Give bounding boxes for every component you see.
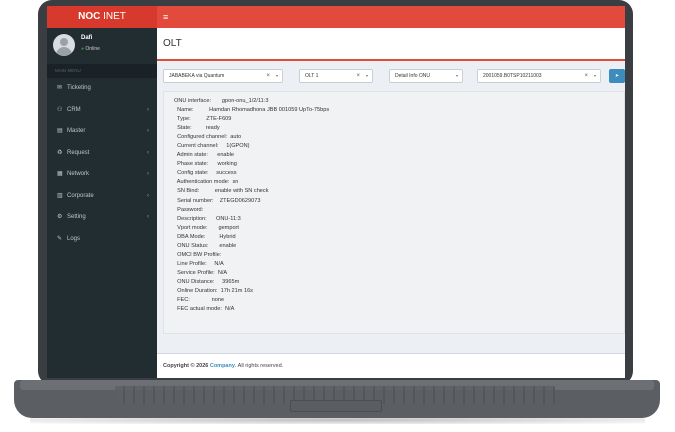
sidebar-item-corporate[interactable]: ▥ Corporate ‹ xyxy=(47,186,157,208)
chevron-down-icon: ▾ xyxy=(593,73,596,78)
info-line: OMCI BW Profile: xyxy=(174,251,222,258)
info-line: Vport mode: gemport xyxy=(174,224,239,231)
sidebar-item-label: Ticketing xyxy=(67,85,91,91)
database-icon: ▤ xyxy=(57,128,63,134)
info-line: Serial number: ZTEGD0629073 xyxy=(174,197,261,204)
page-header: OLT xyxy=(157,28,625,61)
info-line: ONU Distance: 3965m xyxy=(174,278,240,285)
info-type-select[interactable]: Detail Info ONU ▾ xyxy=(389,69,463,83)
info-line: Service Profile: N/A xyxy=(174,269,228,276)
info-line: SN Bind: enable with SN check xyxy=(174,188,269,195)
user-status-text: Online xyxy=(85,46,100,52)
sidebar-item-label: Logs xyxy=(67,235,81,242)
avatar xyxy=(53,34,75,56)
menu-header: MAIN MENU xyxy=(47,64,157,78)
user-status: ● Online xyxy=(81,46,100,52)
info-line: Online Duration: 17h 21m 16s xyxy=(174,287,253,294)
logo-text-bold: NOC xyxy=(78,11,101,22)
info-line: ONU interface: gpon-onu_1/2/11:3 xyxy=(174,98,269,104)
chevron-left-icon: ‹ xyxy=(147,106,149,113)
info-line: ONU Status: enable xyxy=(174,242,237,249)
sidebar-item-label: Request xyxy=(67,149,90,156)
footer-copyright: Copyright © 2026 xyxy=(163,363,210,369)
sidebar-item-logs[interactable]: ✎ Logs xyxy=(47,229,157,251)
chevron-left-icon: ‹ xyxy=(147,149,149,156)
info-line: Admin state: enable xyxy=(174,152,235,159)
recycle-icon: ♻ xyxy=(57,149,63,156)
sidebar-item-setting[interactable]: ⚙ Setting ‹ xyxy=(47,207,157,229)
main-content: OLT JABABEKA via Quantum × ▾ OLT 1 × ▾ Det… xyxy=(157,28,625,378)
users-icon: ⚇ xyxy=(57,106,63,113)
chevron-left-icon: ‹ xyxy=(147,171,149,177)
logo-text-thin: INET xyxy=(100,11,126,22)
info-line: Current channel: 1(GPON) xyxy=(174,143,250,150)
info-line: Description: ONU-11:3 xyxy=(174,215,241,222)
info-type-select-value: Detail Info ONU xyxy=(395,73,431,79)
chevron-left-icon: ‹ xyxy=(147,192,149,199)
clear-icon[interactable]: × xyxy=(584,70,588,82)
app-logo[interactable]: NOC INET xyxy=(47,6,157,28)
building-icon: ▥ xyxy=(57,192,63,199)
user-panel: Dafi ● Online xyxy=(47,28,157,64)
clear-icon[interactable]: × xyxy=(356,70,360,82)
gears-icon: ⚙ xyxy=(57,214,63,220)
user-name: Dafi xyxy=(81,35,93,41)
onu-select-value: 2001059.B0TSP10211003 xyxy=(483,73,542,79)
sidebar-item-master[interactable]: ▤ Master ‹ xyxy=(47,121,157,143)
sidebar-item-label: Setting xyxy=(67,214,86,220)
site-select-value: JABABEKA via Quantum xyxy=(169,73,225,79)
olt-select[interactable]: OLT 1 × ▾ xyxy=(299,69,373,83)
filter-bar: JABABEKA via Quantum × ▾ OLT 1 × ▾ Detail … xyxy=(157,64,625,88)
sidebar-item-crm[interactable]: ⚇ CRM ‹ xyxy=(47,100,157,122)
footer: Copyright © 2026 Company. All rights res… xyxy=(157,353,625,378)
chevron-down-icon: ▾ xyxy=(275,73,278,78)
sidebar-item-label: Network xyxy=(67,171,90,177)
olt-select-value: OLT 1 xyxy=(305,73,319,79)
info-line: Configured channel: auto xyxy=(174,134,242,141)
sidebar-item-ticketing[interactable]: ✉ Ticketing xyxy=(47,78,157,100)
info-line: Line Profile: N/A xyxy=(174,260,224,267)
hamburger-icon[interactable]: ≡ xyxy=(163,12,168,22)
chevron-down-icon: ▾ xyxy=(365,73,368,78)
site-select[interactable]: JABABEKA via Quantum × ▾ xyxy=(163,69,283,83)
info-line: FEC actual mode: N/A xyxy=(174,306,235,313)
screen: NOC INET ≡ Dafi ● Online MAIN MENU ✉ Tick… xyxy=(47,6,625,378)
info-line: State: ready xyxy=(174,125,220,132)
edit-icon: ✎ xyxy=(57,235,63,242)
online-dot-icon: ● xyxy=(81,46,85,52)
footer-suffix: . All rights reserved. xyxy=(234,363,284,369)
info-line: Authentication mode: sn xyxy=(174,179,239,186)
chevron-left-icon: ‹ xyxy=(147,128,149,134)
sidebar: Dafi ● Online MAIN MENU ✉ Ticketing ⚇ CRM ‹… xyxy=(47,28,157,378)
chevron-left-icon: ‹ xyxy=(147,214,149,220)
onu-detail-box: ONU interface: gpon-onu_1/2/11:3 Name: H… xyxy=(163,91,625,334)
info-line: Phase state: working xyxy=(174,161,237,168)
info-line: Config state: success xyxy=(174,170,237,177)
sidebar-item-label: CRM xyxy=(67,106,81,113)
laptop-trackpad xyxy=(290,400,382,412)
sidebar-item-label: Master xyxy=(67,128,86,134)
info-line: Type: ZTE-F609 xyxy=(174,116,232,123)
submit-button[interactable]: ➤ xyxy=(609,69,625,83)
server-icon: ▦ xyxy=(57,171,63,177)
info-line: FEC: none xyxy=(174,297,225,304)
onu-select[interactable]: 2001059.B0TSP10211003 × ▾ xyxy=(477,69,601,83)
info-line: DBA Mode: Hybrid xyxy=(174,233,236,240)
top-navbar: NOC INET ≡ xyxy=(47,6,625,28)
envelope-icon: ✉ xyxy=(57,85,63,91)
chevron-down-icon: ▾ xyxy=(455,73,458,78)
info-line: Name: Hamdan Rhomadhona JBB 001059 UpTo-… xyxy=(174,107,330,114)
info-line: Password: xyxy=(174,206,204,213)
page-title: OLT xyxy=(163,38,182,49)
sidebar-item-request[interactable]: ♻ Request ‹ xyxy=(47,143,157,165)
paper-plane-icon: ➤ xyxy=(614,73,620,79)
sidebar-item-label: Corporate xyxy=(67,192,94,199)
sidebar-item-network[interactable]: ▦ Network ‹ xyxy=(47,164,157,186)
footer-company-link[interactable]: Company xyxy=(210,363,235,369)
clear-icon[interactable]: × xyxy=(266,70,270,82)
